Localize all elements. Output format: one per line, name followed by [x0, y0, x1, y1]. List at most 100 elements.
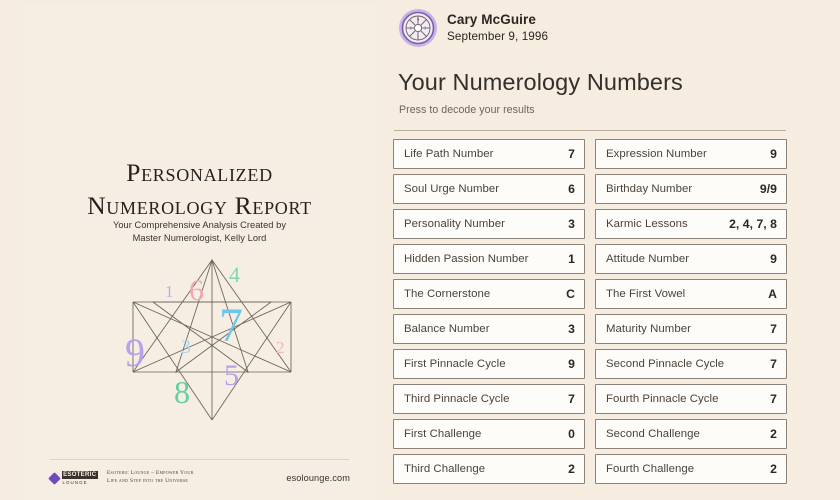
number-button[interactable]: Third Challenge 2	[393, 454, 585, 484]
number-button-label: Second Pinnacle Cycle	[606, 357, 725, 370]
user-profile: 9 6 3 1 Cary McGuire September 9, 1996	[398, 8, 548, 48]
svg-text:1: 1	[417, 34, 419, 39]
enneagram-number-7: 7	[219, 299, 243, 352]
number-button[interactable]: Balance Number 3	[393, 314, 585, 344]
number-button[interactable]: Attitude Number 9	[595, 244, 787, 274]
number-button-value: 7	[568, 146, 575, 161]
number-button[interactable]: Fourth Pinnacle Cycle 7	[595, 384, 787, 414]
number-button-label: Attitude Number	[606, 252, 690, 265]
number-button-value: 2	[770, 461, 777, 476]
footer-tagline: Esoteric Lounge – Empower Your Life and …	[107, 470, 194, 485]
number-button-label: Second Challenge	[606, 427, 700, 440]
report-card-title: Personalized Numerology Report	[22, 156, 377, 222]
enneagram-star-diagram: 1 2 3 4 5 6789	[117, 254, 307, 426]
number-button[interactable]: Personality Number 3	[393, 209, 585, 239]
number-button[interactable]: Maturity Number 7	[595, 314, 787, 344]
diamond-icon	[48, 471, 61, 485]
number-button-value: 9/9	[759, 181, 777, 196]
number-button-label: Hidden Passion Number	[404, 252, 529, 265]
number-button[interactable]: The First Vowel A	[595, 279, 787, 309]
number-button-label: First Challenge	[404, 427, 482, 440]
enneagram-number-3: 3	[181, 336, 191, 358]
footer-tagline-line-1: Esoteric Lounge – Empower Your	[106, 470, 194, 477]
report-card-footer: ESOTERIC LOUNGE Esoteric Lounge – Empowe…	[48, 466, 350, 490]
number-button-label: Life Path Number	[404, 147, 494, 160]
esoteric-lounge-logo: ESOTERIC LOUNGE	[48, 470, 98, 485]
page-title: Your Numerology Numbers	[398, 69, 683, 95]
footer-divider	[50, 459, 349, 460]
number-button-value: C	[566, 286, 575, 301]
brand-name-bottom: LOUNGE	[62, 479, 88, 485]
page-subtitle: Press to decode your results	[399, 104, 535, 116]
number-button-value: 2, 4, 7, 8	[729, 216, 777, 231]
numerology-results-panel: 9 6 3 1 Cary McGuire September 9, 1996 Y…	[393, 0, 840, 500]
number-button-label: Third Challenge	[404, 462, 486, 475]
number-button-value: 2	[568, 461, 575, 476]
number-button-label: Maturity Number	[606, 322, 691, 335]
title-divider	[394, 130, 786, 131]
number-button[interactable]: Expression Number 9	[595, 139, 787, 169]
number-button[interactable]: First Challenge 0	[393, 419, 585, 449]
enneagram-number-4: 4	[229, 262, 240, 287]
number-button[interactable]: Life Path Number 7	[393, 139, 585, 169]
profile-birthdate: September 9, 1996	[447, 29, 549, 43]
number-button-label: The Cornerstone	[404, 287, 491, 300]
number-button-value: 9	[770, 146, 777, 161]
number-button-value: 7	[770, 391, 777, 406]
number-button-label: Birthday Number	[606, 182, 693, 195]
svg-text:3: 3	[424, 26, 426, 31]
enneagram-number-1: 1	[165, 282, 174, 301]
number-button[interactable]: Birthday Number 9/9	[595, 174, 787, 204]
enneagram-number-5: 5	[224, 359, 239, 392]
number-button-label: The First Vowel	[606, 287, 686, 300]
number-button-value: 2	[770, 426, 777, 441]
number-button-label: Personality Number	[404, 217, 505, 230]
number-button-label: First Pinnacle Cycle	[404, 357, 506, 370]
number-button-label: Expression Number	[606, 147, 707, 160]
enneagram-number-2: 2	[276, 338, 285, 357]
number-button[interactable]: First Pinnacle Cycle 9	[393, 349, 585, 379]
number-button-value: 7	[770, 356, 777, 371]
report-subtitle-line-2: Master Numerologist, Kelly Lord	[132, 232, 267, 243]
number-button[interactable]: Karmic Lessons 2, 4, 7, 8	[595, 209, 787, 239]
number-button-label: Soul Urge Number	[404, 182, 500, 195]
number-button-label: Karmic Lessons	[606, 217, 688, 230]
number-button-label: Fourth Challenge	[606, 462, 695, 475]
report-card-subtitle: Your Comprehensive Analysis Created by M…	[22, 219, 377, 244]
numerology-numbers-grid: Life Path Number 7 Soul Urge Number 6 Person…	[393, 139, 788, 484]
number-button-value: 9	[770, 251, 777, 266]
number-button[interactable]: Second Challenge 2	[595, 419, 787, 449]
number-button[interactable]: Fourth Challenge 2	[595, 454, 787, 484]
enneagram-number-8: 8	[174, 374, 190, 410]
number-button-value: 0	[568, 426, 575, 441]
numbers-column-right: Expression Number 9 Birthday Number 9/9 Karm…	[595, 139, 787, 484]
svg-text:6: 6	[410, 26, 412, 31]
report-subtitle-line-1: Your Comprehensive Analysis Created by	[112, 220, 287, 230]
number-button[interactable]: Third Pinnacle Cycle 7	[393, 384, 585, 414]
number-button-label: Third Pinnacle Cycle	[404, 392, 510, 405]
footer-tagline-line-2: Life and Step into the Universe	[106, 478, 189, 484]
number-button-value: 3	[568, 321, 575, 336]
report-title-line-2: Numerology Report	[87, 191, 312, 220]
number-button[interactable]: Hidden Passion Number 1	[393, 244, 585, 274]
number-button-value: 7	[568, 391, 575, 406]
numerology-wheel-icon: 9 6 3 1	[399, 9, 437, 47]
number-button-value: 3	[568, 216, 575, 231]
footer-website: esolounge.com	[286, 473, 350, 483]
number-button[interactable]: Soul Urge Number 6	[393, 174, 585, 204]
personalized-report-card: Personalized Numerology Report Your Comp…	[22, 4, 377, 500]
enneagram-number-9: 9	[125, 330, 145, 375]
numbers-column-left: Life Path Number 7 Soul Urge Number 6 Person…	[393, 139, 585, 484]
number-button-label: Balance Number	[404, 322, 490, 335]
number-button[interactable]: The Cornerstone C	[393, 279, 585, 309]
number-button[interactable]: Second Pinnacle Cycle 7	[595, 349, 787, 379]
enneagram-number-6: 6	[189, 274, 204, 307]
number-button-value: 1	[568, 251, 575, 266]
report-title-line-1: Personalized	[126, 158, 273, 187]
number-button-label: Fourth Pinnacle Cycle	[606, 392, 719, 405]
numerology-report-screen: Personalized Numerology Report Your Comp…	[0, 0, 840, 500]
profile-name: Cary McGuire	[447, 12, 536, 28]
number-button-value: 7	[770, 321, 777, 336]
number-button-value: 6	[568, 181, 575, 196]
brand-name-top: ESOTERIC	[61, 470, 98, 480]
